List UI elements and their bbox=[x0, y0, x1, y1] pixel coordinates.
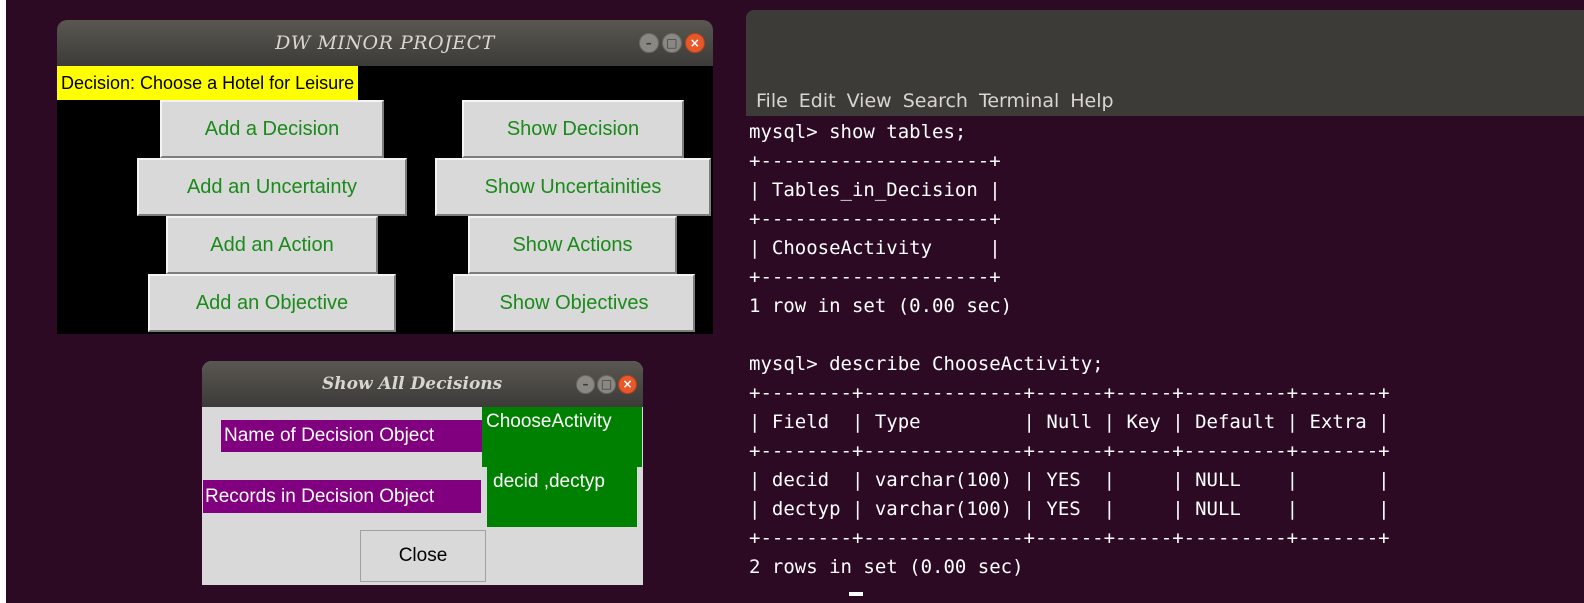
close-icon[interactable]: × bbox=[618, 374, 637, 394]
decision-label: Decision: Choose a Hotel for Leisure bbox=[57, 66, 359, 100]
show-actions-button[interactable]: Show Actions bbox=[468, 216, 677, 274]
show-all-decisions-dialog: Show All Decisions – □ × Name of Decisio… bbox=[202, 361, 643, 585]
terminal-titlebar[interactable] bbox=[746, 10, 1584, 86]
dialog-titlebar[interactable]: Show All Decisions – □ × bbox=[202, 361, 643, 407]
show-decision-button[interactable]: Show Decision bbox=[462, 100, 684, 158]
show-objectives-button[interactable]: Show Objectives bbox=[453, 274, 695, 332]
decision-records-value: decid ,dectyp bbox=[487, 467, 637, 527]
menu-terminal[interactable]: Terminal bbox=[979, 90, 1059, 112]
minimize-icon[interactable]: – bbox=[576, 374, 595, 394]
maximize-icon[interactable]: □ bbox=[597, 374, 616, 394]
terminal-window: File Edit View Search Terminal Help mysq… bbox=[746, 10, 1584, 603]
decision-name-value: ChooseActivity bbox=[482, 407, 642, 467]
close-button[interactable]: Close bbox=[360, 530, 486, 582]
dialog-title: Show All Decisions bbox=[322, 374, 503, 394]
menu-edit[interactable]: Edit bbox=[799, 90, 836, 112]
records-in-decision-label: Records in Decision Object bbox=[203, 480, 481, 513]
main-window-title: DW MINOR PROJECT bbox=[275, 32, 495, 54]
terminal-cursor bbox=[849, 592, 863, 596]
menu-search[interactable]: Search bbox=[903, 90, 968, 112]
maximize-icon[interactable]: □ bbox=[662, 33, 682, 53]
dialog-window-controls: – □ × bbox=[576, 361, 637, 407]
add-uncertainty-button[interactable]: Add an Uncertainty bbox=[137, 158, 407, 216]
menu-view[interactable]: View bbox=[847, 90, 892, 112]
main-window-titlebar[interactable]: DW MINOR PROJECT – □ × bbox=[57, 20, 713, 66]
add-decision-button[interactable]: Add a Decision bbox=[160, 100, 384, 158]
minimize-icon[interactable]: – bbox=[639, 33, 659, 53]
menu-help[interactable]: Help bbox=[1070, 90, 1113, 112]
terminal-menubar: File Edit View Search Terminal Help bbox=[746, 86, 1584, 116]
window-controls: – □ × bbox=[639, 20, 705, 66]
main-window: DW MINOR PROJECT – □ × Decision: Choose … bbox=[57, 20, 713, 334]
show-uncertainties-button[interactable]: Show Uncertainities bbox=[435, 158, 711, 216]
name-of-decision-label: Name of Decision Object bbox=[221, 420, 482, 452]
desktop-edge bbox=[0, 0, 6, 603]
menu-file[interactable]: File bbox=[756, 90, 788, 112]
close-icon[interactable]: × bbox=[685, 33, 705, 53]
add-objective-button[interactable]: Add an Objective bbox=[148, 274, 396, 332]
add-action-button[interactable]: Add an Action bbox=[166, 216, 378, 274]
terminal-output[interactable]: mysql> show tables; +-------------------… bbox=[749, 118, 1390, 582]
